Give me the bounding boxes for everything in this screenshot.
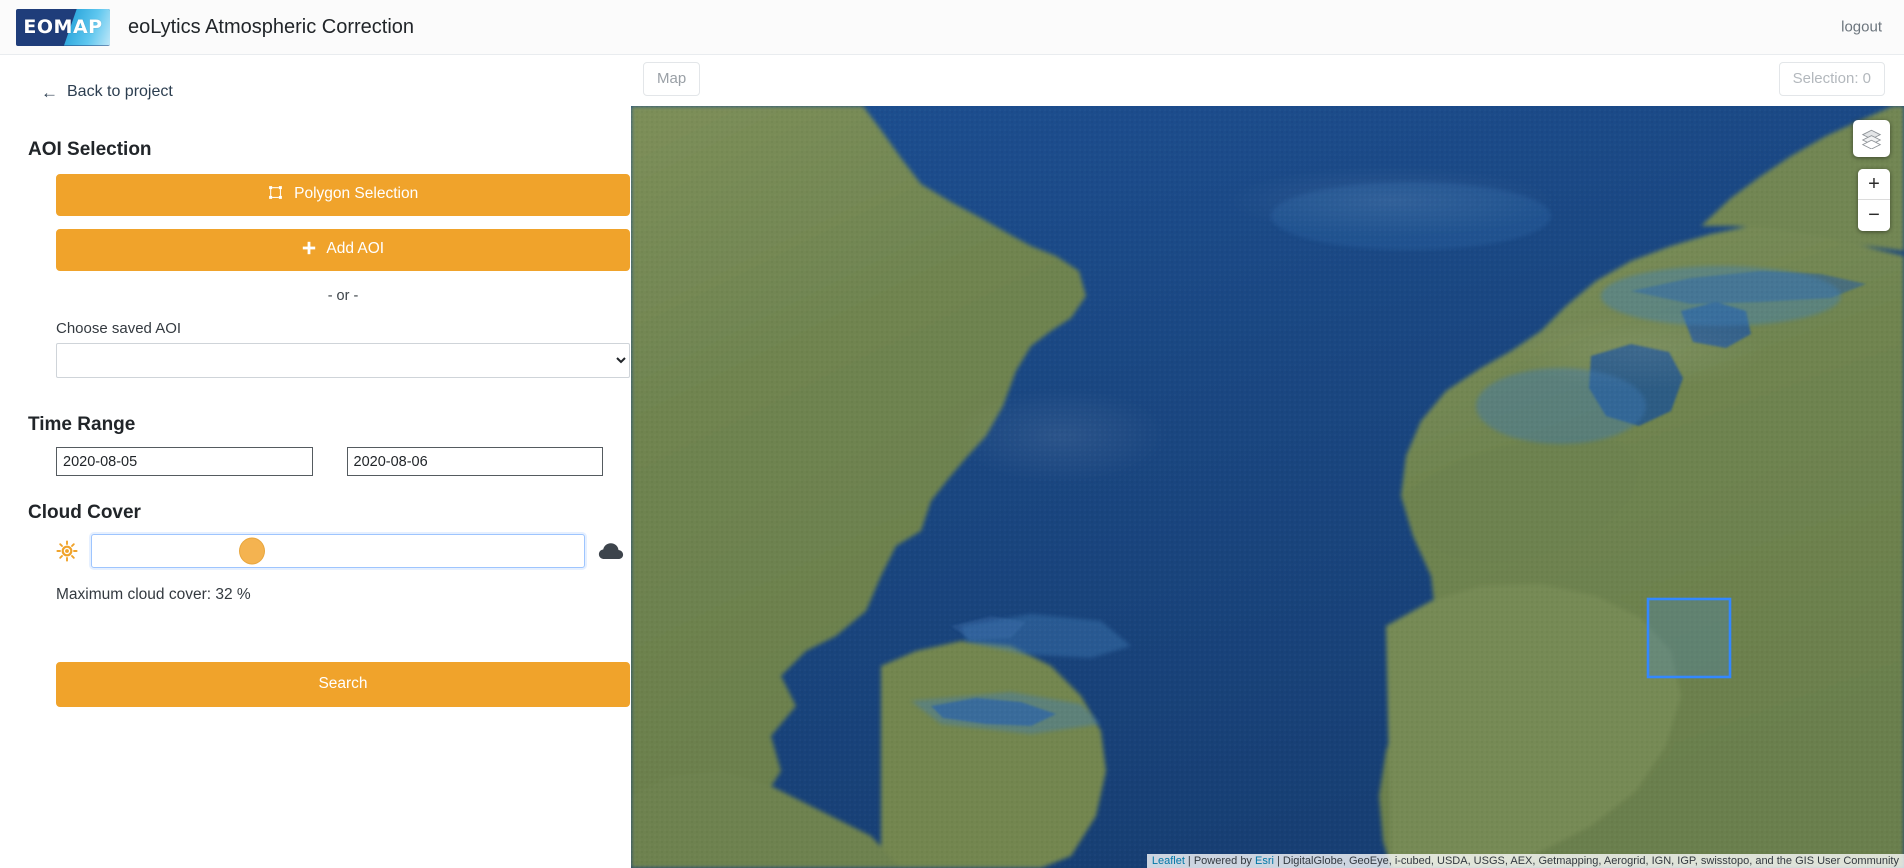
date-range-row (56, 447, 603, 477)
top-header-bar: EOMAP eoLytics Atmospheric Correction lo… (0, 0, 1904, 55)
cloud-cover-slider[interactable] (91, 534, 585, 569)
page-title: eoLytics Atmospheric Correction (128, 16, 415, 38)
time-range-section-title: Time Range (28, 414, 136, 436)
satellite-basemap (631, 106, 1904, 868)
map-canvas[interactable]: + − Leaflet | Powered by Esri | DigitalG… (631, 106, 1904, 868)
add-aoi-label: Add AOI (326, 239, 385, 257)
saved-aoi-select-wrapper (56, 343, 630, 379)
eomap-logo: EOMAP (16, 8, 110, 46)
esri-link[interactable]: Esri (1255, 855, 1274, 867)
map-toolbar: Map Selection: 0 (631, 55, 1904, 106)
zoom-in-button[interactable]: + (1858, 169, 1890, 200)
or-divider-text: - or - (327, 288, 359, 305)
search-button[interactable]: Search (56, 662, 630, 707)
cloud-icon (598, 540, 624, 562)
leaflet-link[interactable]: Leaflet (1152, 855, 1185, 867)
back-to-project-link[interactable]: ← Back to project (41, 83, 173, 101)
end-date-input[interactable] (346, 447, 603, 477)
selection-count-badge: Selection: 0 (1778, 62, 1885, 96)
zoom-control-group: + − (1858, 169, 1890, 231)
saved-aoi-select[interactable] (56, 343, 630, 379)
attribution-sep: | Powered by (1184, 855, 1255, 867)
zoom-out-button[interactable]: − (1858, 200, 1890, 231)
back-to-project-label: Back to project (67, 83, 173, 100)
vector-square-icon (268, 185, 283, 205)
saved-aoi-label: Choose saved AOI (56, 320, 182, 338)
polygon-selection-button[interactable]: Polygon Selection (56, 173, 630, 216)
tab-map[interactable]: Map (643, 62, 701, 96)
cloud-cover-readout: Maximum cloud cover: 32 % (56, 586, 251, 604)
cloud-cover-section-title: Cloud Cover (28, 502, 141, 524)
map-panel: Map Selection: 0 + − Leaflet | Powered b… (631, 55, 1904, 868)
add-aoi-button[interactable]: Add AOI (56, 228, 630, 272)
polygon-selection-label: Polygon Selection (294, 184, 419, 202)
aoi-section-title: AOI Selection (28, 138, 152, 160)
logo-text: EOMAP (23, 16, 103, 38)
cloud-cover-slider-row (56, 534, 630, 569)
logout-link[interactable]: logout (1841, 19, 1882, 36)
back-arrow-icon: ← (41, 82, 58, 102)
sidebar-panel: ← Back to project AOI Selection Polygon … (0, 55, 631, 868)
aoi-rectangle (1646, 597, 1732, 679)
start-date-input[interactable] (56, 447, 313, 477)
attribution-rest: | DigitalGlobe, GeoEye, i-cubed, USDA, U… (1273, 855, 1899, 867)
map-attribution: Leaflet | Powered by Esri | DigitalGlobe… (1146, 854, 1904, 868)
cloud-cover-slider-thumb[interactable] (238, 537, 265, 565)
layers-icon[interactable] (1853, 120, 1890, 157)
search-button-label: Search (318, 675, 368, 693)
plus-icon (302, 241, 316, 260)
sun-icon (56, 540, 78, 562)
